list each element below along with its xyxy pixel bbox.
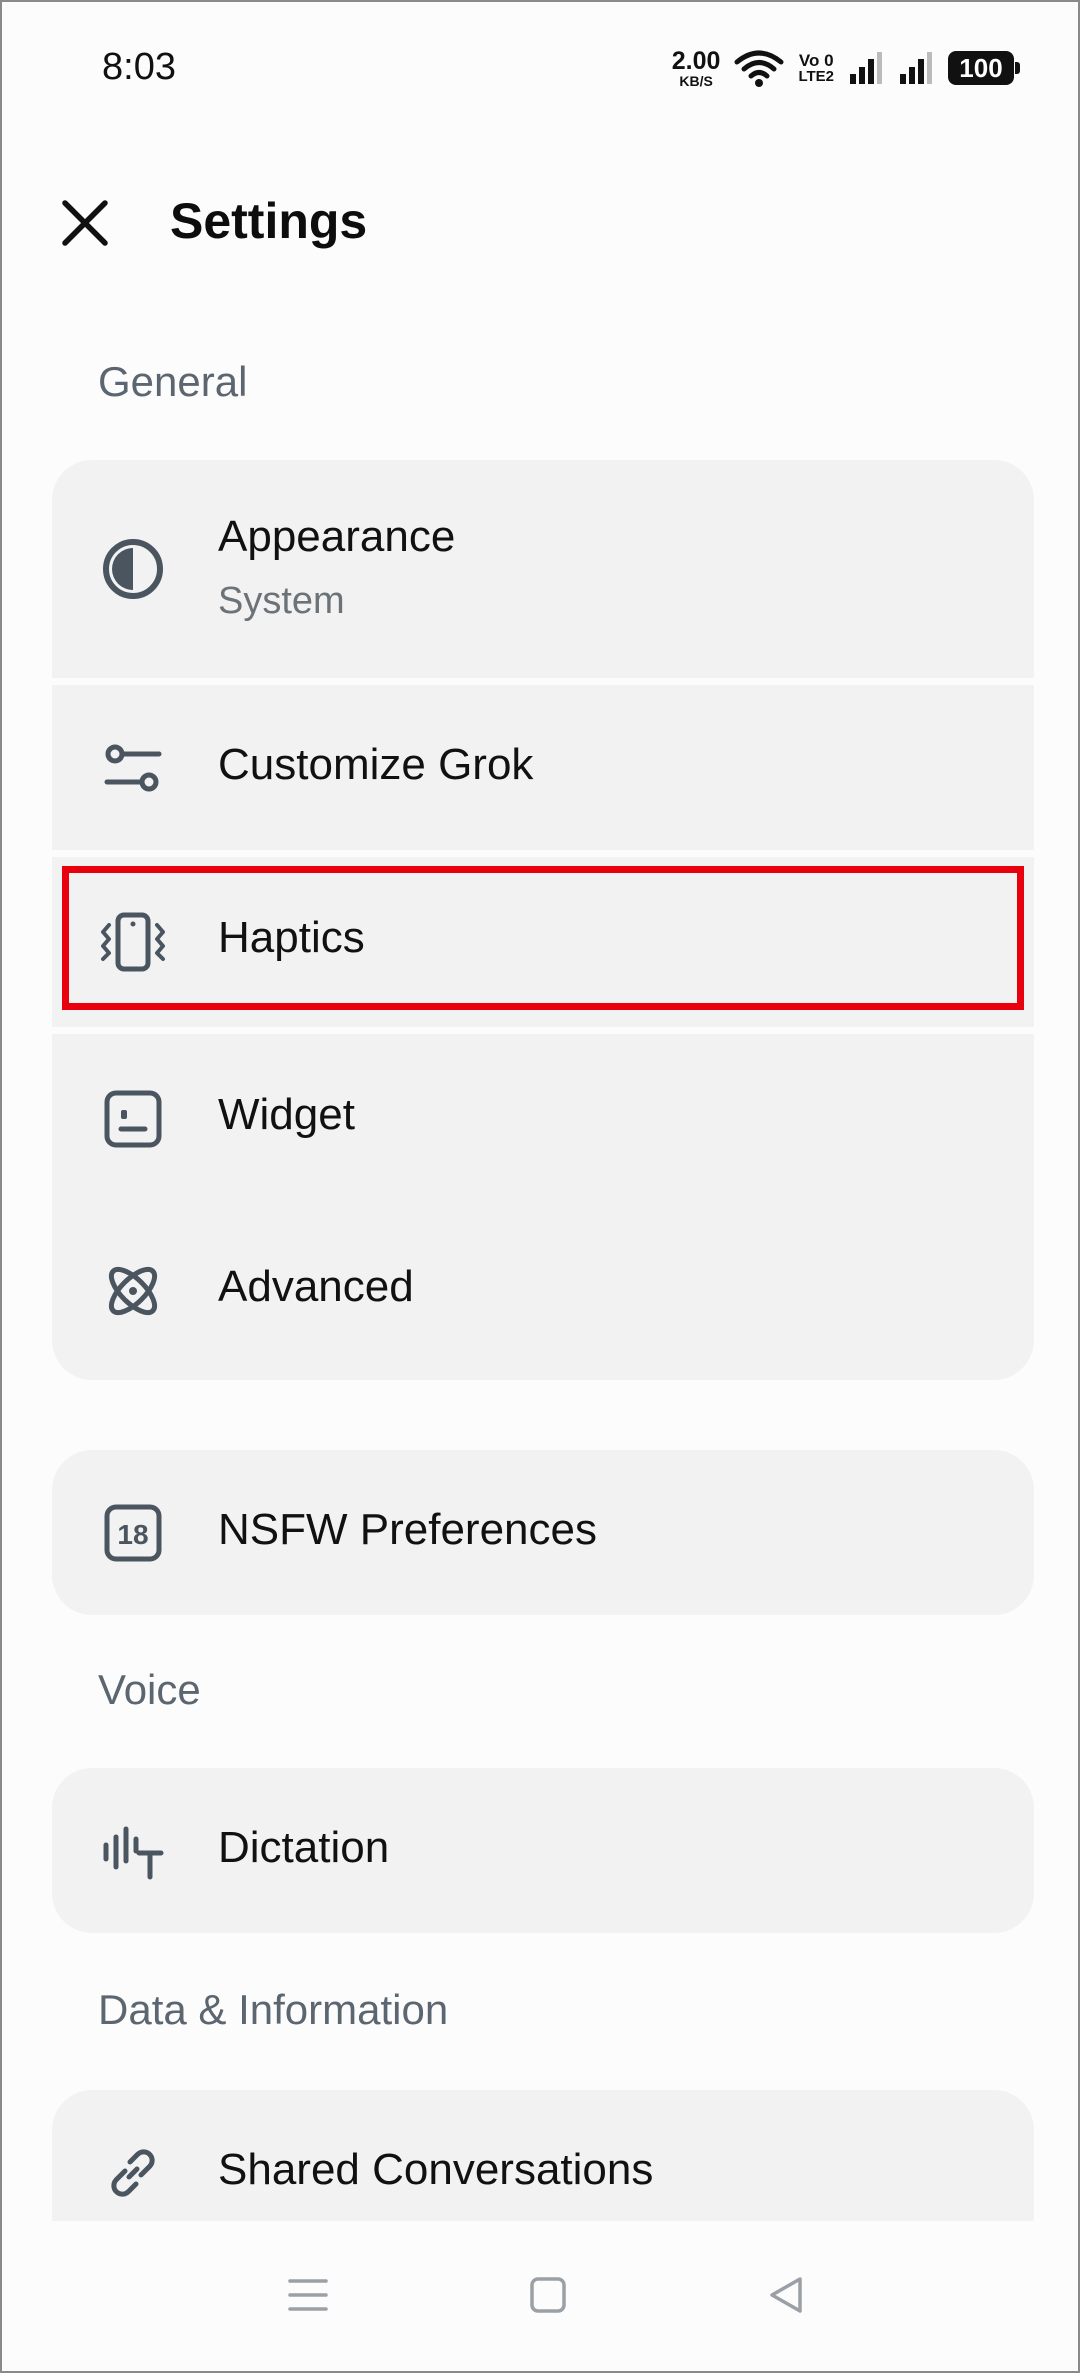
- header: Settings: [2, 172, 1078, 272]
- haptics-label: Haptics: [218, 913, 365, 962]
- volte-bottom: LTE2: [798, 68, 834, 85]
- settings-item-nsfw[interactable]: 18 NSFW Preferences: [52, 1450, 1034, 1615]
- status-icons: 2.00 KB/S Vo 0 LTE2 100: [671, 46, 1020, 89]
- wifi-icon: [734, 50, 784, 87]
- volte-indicator: Vo 0 LTE2: [798, 52, 834, 84]
- vibration-icon: [98, 907, 168, 977]
- age-18-icon: 18: [98, 1498, 168, 1568]
- settings-item-appearance[interactable]: Appearance System: [52, 460, 1034, 678]
- nsfw-label: NSFW Preferences: [218, 1505, 597, 1554]
- svg-text:18: 18: [117, 1519, 148, 1550]
- menu-icon: [288, 2279, 328, 2311]
- settings-item-haptics[interactable]: Haptics: [52, 857, 1034, 1027]
- section-data-information: Data & Information: [98, 1986, 449, 2033]
- battery-indicator: 100: [948, 51, 1020, 85]
- divider: [52, 1027, 1034, 1034]
- status-bar: 8:03 2.00 KB/S Vo 0 LTE2 100: [2, 2, 1078, 142]
- widget-icon: [98, 1084, 168, 1154]
- divider: [52, 678, 1034, 685]
- signal-icon-2: [900, 52, 932, 84]
- settings-item-advanced[interactable]: Advanced: [52, 1206, 1034, 1376]
- network-speed: 2.00 KB/S: [671, 46, 721, 89]
- section-voice: Voice: [98, 1666, 201, 1713]
- divider: [52, 850, 1034, 857]
- settings-item-customize-grok[interactable]: Customize Grok: [52, 685, 1034, 850]
- customize-grok-label: Customize Grok: [218, 740, 534, 789]
- network-speed-value: 2.00: [671, 46, 721, 75]
- home-square-icon: [530, 2277, 566, 2313]
- close-icon: [62, 200, 108, 246]
- back-nav-button[interactable]: [756, 2265, 816, 2325]
- dictation-label: Dictation: [218, 1823, 390, 1872]
- screen: 8:03 2.00 KB/S Vo 0 LTE2 100 Settings Ge…: [0, 0, 1080, 2373]
- settings-item-widget[interactable]: Widget: [52, 1034, 1034, 1204]
- signal-icon-1: [850, 52, 882, 84]
- voice-card: Dictation: [52, 1768, 1034, 1933]
- link-icon: [98, 2138, 168, 2208]
- network-speed-unit: KB/S: [679, 72, 713, 89]
- dictation-icon: [98, 1816, 168, 1886]
- home-nav-button[interactable]: [518, 2265, 578, 2325]
- appearance-label: Appearance: [218, 512, 456, 561]
- settings-item-dictation[interactable]: Dictation: [52, 1768, 1034, 1933]
- back-triangle-icon: [770, 2277, 802, 2313]
- atom-icon: [98, 1256, 168, 1326]
- system-navigation-bar: [2, 2221, 1078, 2371]
- sliders-icon: [98, 733, 168, 803]
- nsfw-card: 18 NSFW Preferences: [52, 1450, 1034, 1615]
- volte-top: Vo 0: [798, 51, 834, 70]
- appearance-value: System: [218, 580, 345, 622]
- shared-conversations-label: Shared Conversations: [218, 2145, 654, 2194]
- menu-nav-button[interactable]: [278, 2265, 338, 2325]
- general-card: Appearance System Customize Grok Haptics…: [52, 460, 1034, 1380]
- advanced-label: Advanced: [218, 1262, 414, 1311]
- contrast-icon: [98, 534, 168, 604]
- page-title: Settings: [170, 193, 368, 249]
- status-time: 8:03: [102, 46, 176, 88]
- widget-label: Widget: [218, 1090, 355, 1139]
- close-button[interactable]: [52, 190, 118, 256]
- section-general: General: [98, 358, 248, 405]
